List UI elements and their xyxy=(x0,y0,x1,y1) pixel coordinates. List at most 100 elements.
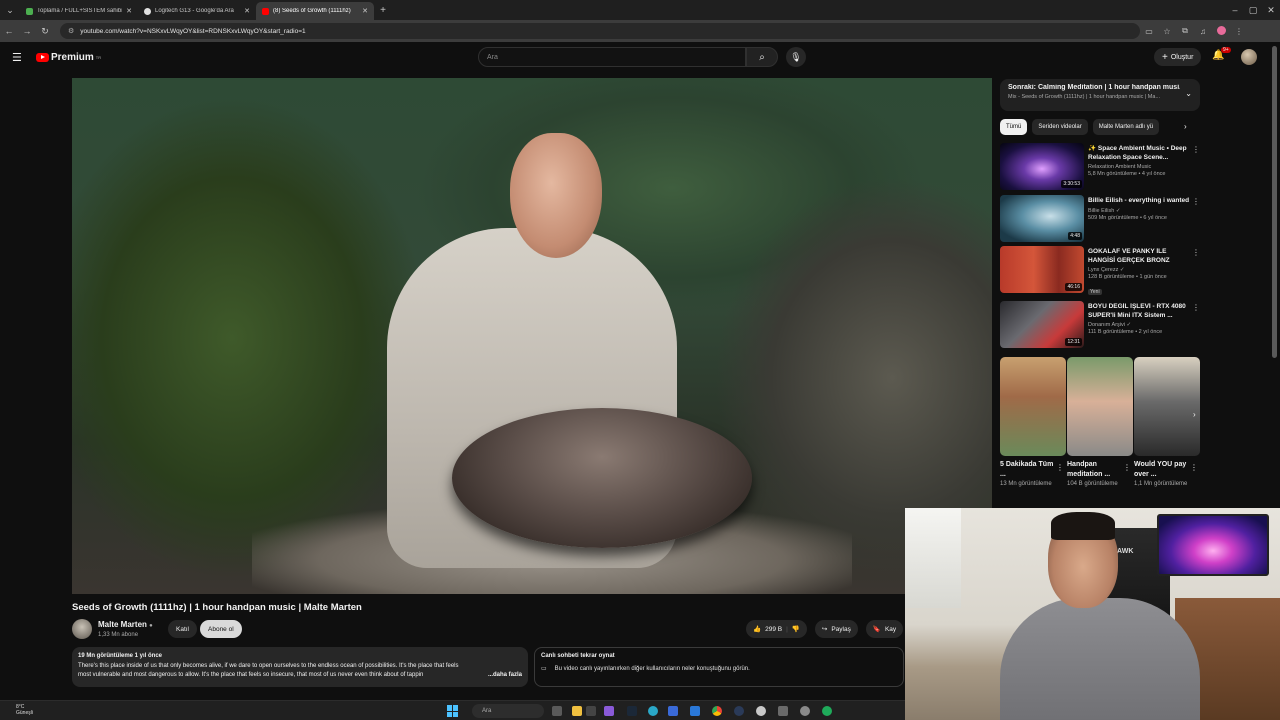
chevron-right-icon[interactable]: › xyxy=(1193,410,1196,419)
recommendation-meta: 128 B görüntüleme • 1 gün önce xyxy=(1088,274,1167,280)
channel-avatar[interactable] xyxy=(72,619,92,639)
tab-title: Logitech G13 - Google'da Ara xyxy=(155,8,234,14)
more-options-icon[interactable]: ⋮ xyxy=(1056,463,1064,472)
more-options-icon[interactable]: ⋮ xyxy=(1192,145,1200,154)
chevron-down-icon[interactable]: ⌄ xyxy=(1185,89,1192,98)
back-icon[interactable]: ← xyxy=(0,26,18,36)
search-input[interactable]: Ara xyxy=(478,47,746,67)
duration: 3:30:53 xyxy=(1061,180,1082,188)
short-item[interactable]: 5 Dakikada Tüm ... 13 Mn görüntüleme ⋮ xyxy=(1000,357,1066,489)
save-button[interactable]: 🔖 Kay xyxy=(865,620,904,638)
create-label: Oluştur xyxy=(1170,53,1194,61)
chevron-right-icon[interactable]: › xyxy=(1184,122,1187,131)
media-control-icon[interactable]: ♫ xyxy=(1194,27,1212,36)
youtube-logo[interactable]: Premium TR xyxy=(36,52,101,63)
site-info-icon[interactable]: ⚙ xyxy=(68,27,74,35)
settings-icon[interactable] xyxy=(800,706,810,716)
cast-icon[interactable]: ▭ xyxy=(1140,27,1158,36)
voice-search-button[interactable]: 🎙 xyxy=(786,47,806,67)
subscribe-button[interactable]: Abone ol xyxy=(200,620,242,638)
more-options-icon[interactable]: ⋮ xyxy=(1190,463,1198,472)
store-icon[interactable] xyxy=(604,706,614,716)
short-thumbnail[interactable] xyxy=(1000,357,1066,456)
page-scrollbar[interactable] xyxy=(1272,46,1277,358)
chip-all[interactable]: Tümü xyxy=(1000,119,1028,135)
taskbar-search[interactable]: Ara xyxy=(472,704,544,718)
search-button[interactable]: ⌕ xyxy=(746,47,778,67)
join-button[interactable]: Katıl xyxy=(168,620,198,638)
youtube-header: ☰ Premium TR Ara ⌕ 🎙 + Oluştur 🔔 9+ xyxy=(0,42,1270,74)
like-button[interactable]: 👍 299 B | 👎 xyxy=(746,620,807,638)
more-options-icon[interactable]: ⋮ xyxy=(1123,463,1131,472)
chip-channel[interactable]: Malte Marten adlı yü xyxy=(1092,119,1160,135)
account-avatar[interactable] xyxy=(1241,49,1257,65)
playlist-next-up[interactable]: Sonraki: Calming Meditation | 1 hour han… xyxy=(1000,79,1200,111)
tab-title: (8) Seeds of Growth (1111hz) xyxy=(273,8,351,14)
share-button[interactable]: ↪ Paylaş xyxy=(814,620,858,638)
new-tab-button[interactable]: + xyxy=(374,5,392,16)
app-icon[interactable] xyxy=(586,706,596,716)
mail-icon[interactable] xyxy=(690,706,700,716)
steam-client-icon[interactable] xyxy=(734,706,744,716)
weather-text: Güneşli xyxy=(16,710,33,716)
subscriber-count: 1,33 Mn abone xyxy=(98,632,139,638)
browser-tab[interactable]: Logitech G13 - Google'da Ara ✕ xyxy=(138,2,256,20)
browser-tab[interactable]: Toplama / FULL+SİSTEM sahibi ✕ xyxy=(20,2,138,20)
profile-icon[interactable] xyxy=(1212,25,1230,37)
more-options-icon[interactable]: ⋮ xyxy=(1192,197,1200,206)
video-player[interactable] xyxy=(72,78,992,594)
file-explorer-icon[interactable] xyxy=(572,706,582,716)
recommendation-thumbnail[interactable]: 3:30:53 xyxy=(1000,143,1084,190)
close-tab-icon[interactable]: ✕ xyxy=(244,7,250,15)
chrome-icon[interactable] xyxy=(712,706,722,716)
short-thumbnail[interactable] xyxy=(1134,357,1200,456)
recommendation-title: GOKALAF VE PANKY İLE HANGİSİ GERÇEK BRON… xyxy=(1088,248,1170,264)
task-view-icon[interactable] xyxy=(552,706,562,716)
bookmark-star-icon[interactable]: ☆ xyxy=(1158,27,1176,36)
browser-tab-active[interactable]: (8) Seeds of Growth (1111hz) ✕ xyxy=(256,2,374,20)
close-window-icon[interactable]: ✕ xyxy=(1262,5,1280,16)
recommendation-thumbnail[interactable]: 4:48 xyxy=(1000,195,1084,242)
recommendation-item[interactable]: 46:16 GOKALAF VE PANKY İLE HANGİSİ GERÇE… xyxy=(1000,246,1202,296)
create-button[interactable]: + Oluştur xyxy=(1154,48,1202,66)
new-badge: Yeni xyxy=(1088,289,1102,295)
edge-icon[interactable] xyxy=(648,706,658,716)
recommendation-item[interactable]: 12:31 BOYU DEĞİL İŞLEVİ - RTX 4080 SUPER… xyxy=(1000,301,1202,351)
app-icon[interactable] xyxy=(756,706,766,716)
channel-name[interactable]: Malte Marten ● xyxy=(98,620,153,629)
recommendation-thumbnail[interactable]: 46:16 xyxy=(1000,246,1084,293)
menu-icon[interactable]: ☰ xyxy=(12,51,22,64)
chip-series[interactable]: Seriden videolar xyxy=(1032,119,1088,135)
reload-icon[interactable]: ↻ xyxy=(36,26,54,37)
recommendation-title: BOYU DEĞİL İŞLEVİ - RTX 4080 SUPER'li Mi… xyxy=(1088,303,1186,319)
description-box[interactable]: 19 Mn görüntüleme 1 yıl önce There's thi… xyxy=(72,647,528,687)
app-icon[interactable] xyxy=(822,706,832,716)
short-thumbnail[interactable] xyxy=(1067,357,1133,456)
minimize-icon[interactable]: – xyxy=(1226,5,1244,15)
more-options-icon[interactable]: ⋮ xyxy=(1192,303,1200,312)
app-icon[interactable] xyxy=(778,706,788,716)
short-item[interactable]: Handpan meditation ... 104 B görüntüleme… xyxy=(1067,357,1133,489)
forward-icon[interactable]: → xyxy=(18,26,36,36)
windows-start-icon[interactable] xyxy=(447,705,459,717)
recommendation-item[interactable]: 3:30:53 ✨ Space Ambient Music • Deep Rel… xyxy=(1000,143,1202,193)
tab-list-button[interactable]: ⌄ xyxy=(0,5,20,16)
close-tab-icon[interactable]: ✕ xyxy=(126,7,132,15)
weather-widget[interactable]: 8°C Güneşli xyxy=(16,704,33,716)
short-title: Would YOU pay over ... xyxy=(1134,461,1187,478)
show-more-link[interactable]: ...daha fazla xyxy=(488,671,522,681)
extensions-icon[interactable]: ⧉ xyxy=(1176,26,1194,36)
close-tab-icon[interactable]: ✕ xyxy=(362,7,368,15)
maximize-icon[interactable]: ▢ xyxy=(1244,5,1262,16)
short-item[interactable]: Would YOU pay over ... 1,1 Mn görüntülem… xyxy=(1134,357,1200,489)
chrome-menu-icon[interactable]: ⋮ xyxy=(1230,27,1248,36)
thumbs-down-icon[interactable]: 👎 xyxy=(792,625,800,633)
live-chat-title: Canlı sohbeti tekrar oynat xyxy=(541,653,615,659)
recommendation-item[interactable]: 4:48 Billie Eilish - everything i wanted… xyxy=(1000,195,1202,245)
live-chat-replay-box[interactable]: Canlı sohbeti tekrar oynat ▭ Bu video ca… xyxy=(534,647,904,687)
steam-icon[interactable] xyxy=(627,706,637,716)
address-bar[interactable]: ⚙ youtube.com/watch?v=NSKxvLWqyOY&list=R… xyxy=(60,23,1140,39)
recommendation-thumbnail[interactable]: 12:31 xyxy=(1000,301,1084,348)
app-icon[interactable] xyxy=(668,706,678,716)
more-options-icon[interactable]: ⋮ xyxy=(1192,248,1200,257)
